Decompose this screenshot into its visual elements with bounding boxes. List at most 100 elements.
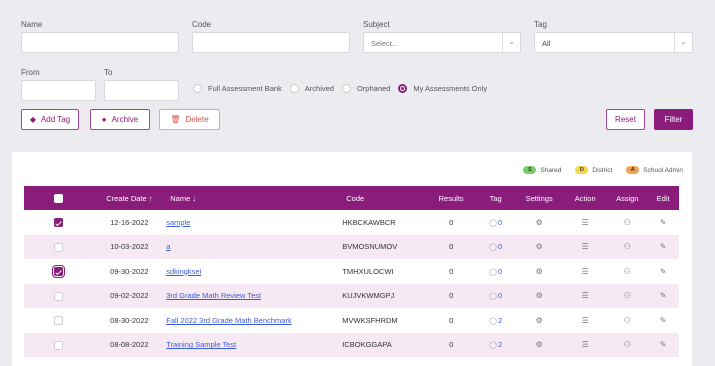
tag-select[interactable]: All ⌄ xyxy=(534,32,693,53)
assessment-name-link[interactable]: 3rd Grade Math Review Test xyxy=(166,291,261,300)
radio-button-selected[interactable] xyxy=(398,83,408,93)
assessment-name-link[interactable]: sdkingksei xyxy=(166,267,201,276)
archive-button[interactable]: ● Archive xyxy=(90,109,150,130)
tag-cell[interactable]: ◯0 xyxy=(476,284,515,309)
radio-full-assessment-bank[interactable]: Full Assessment Bank xyxy=(193,83,282,93)
edit-icon[interactable]: ✎ xyxy=(660,218,667,227)
header-name[interactable]: Name ↓ xyxy=(166,186,342,210)
tag-cell[interactable]: ◯2 xyxy=(476,333,515,358)
header-assign: Assign xyxy=(616,193,639,203)
menu-icon[interactable]: ☰ xyxy=(582,291,589,300)
archive-icon: ● xyxy=(101,115,107,124)
add-tag-button[interactable]: ◆ Add Tag xyxy=(21,109,79,130)
action-cell: ☰ xyxy=(563,235,608,260)
row-checkbox[interactable] xyxy=(51,265,65,278)
code-cell: KUJVKWMGPJ xyxy=(342,291,395,301)
to-date-input[interactable] xyxy=(104,80,179,101)
table-row: 08-30-2022 Fall 2022 3rd Grade Math Bench… xyxy=(24,308,679,333)
from-date-input[interactable] xyxy=(21,80,96,101)
assessment-name-link[interactable]: Fall 2022 3rd Grade Math Benchmark xyxy=(166,316,291,325)
table-row: 10-03-2022 a BVMOSNUMOV 0 ◯0 ⚙ ☰ ⚇ ✎ xyxy=(24,234,679,260)
header-code: Code xyxy=(346,193,365,203)
filter-button[interactable]: Filter xyxy=(654,109,693,130)
gear-icon[interactable]: ⚙ xyxy=(536,291,543,300)
action-cell: ☰ xyxy=(563,210,608,235)
radio-button[interactable] xyxy=(193,83,202,93)
subject-select[interactable]: Select... ⌄ xyxy=(363,32,521,53)
row-checkbox[interactable] xyxy=(53,242,63,252)
edit-icon[interactable]: ✎ xyxy=(660,291,667,300)
assessment-name-link[interactable]: a xyxy=(166,242,170,251)
edit-icon[interactable]: ✎ xyxy=(660,267,667,276)
settings-cell: ⚙ xyxy=(515,210,563,235)
action-cell: ☰ xyxy=(563,259,608,284)
header-create-date[interactable]: Create Date ↑ xyxy=(93,186,167,210)
chevron-down-icon: ⌄ xyxy=(502,33,520,52)
gear-icon[interactable]: ⚙ xyxy=(536,267,543,276)
tag-cell[interactable]: ◯0 xyxy=(476,259,515,284)
name-input[interactable] xyxy=(21,32,179,53)
edit-icon[interactable]: ✎ xyxy=(660,340,667,349)
radio-my-assessments-only[interactable]: My Assessments Only xyxy=(398,83,487,93)
name-cell: Training Sample Test xyxy=(166,333,342,358)
select-all-checkbox[interactable] xyxy=(53,193,63,203)
radio-button[interactable] xyxy=(341,83,351,93)
table-header-row: Create Date ↑ Name ↓ Code Results Tag Se… xyxy=(24,186,679,210)
radio-archived[interactable]: Archived xyxy=(289,83,334,93)
row-checkbox[interactable] xyxy=(53,316,63,325)
delete-button[interactable]: 🗑 Delete xyxy=(159,109,220,130)
assessment-name-link[interactable]: Training Sample Test xyxy=(166,340,236,349)
row-checkbox[interactable] xyxy=(53,218,63,227)
reset-label: Reset xyxy=(615,115,636,124)
gear-icon[interactable]: ⚙ xyxy=(536,316,543,325)
tag-cell[interactable]: ◯0 xyxy=(476,235,515,260)
action-cell: ☰ xyxy=(563,308,608,333)
assessment-name-link[interactable]: sample xyxy=(166,218,190,227)
tag-count: 0 xyxy=(497,242,503,252)
row-select-cell xyxy=(24,333,93,358)
results-cell: 0 xyxy=(449,340,454,350)
row-select-cell xyxy=(24,235,93,260)
header-results: Results xyxy=(438,193,464,203)
assessments-card: S Shared D District A School Admin Creat… xyxy=(12,152,692,366)
menu-icon[interactable]: ☰ xyxy=(582,267,589,276)
code-input[interactable] xyxy=(192,32,350,53)
results-cell: 0 xyxy=(449,217,454,227)
name-label: Name xyxy=(21,20,43,29)
tag-cell[interactable]: ◯2 xyxy=(476,308,515,333)
assign-user-icon[interactable]: ⚇ xyxy=(624,218,631,227)
settings-cell: ⚙ xyxy=(515,333,563,358)
menu-icon[interactable]: ☰ xyxy=(582,218,589,227)
radio-button[interactable] xyxy=(289,83,299,93)
edit-icon[interactable]: ✎ xyxy=(660,316,667,325)
row-checkbox[interactable] xyxy=(53,291,63,301)
gear-icon[interactable]: ⚙ xyxy=(536,218,543,227)
assign-user-icon[interactable]: ⚇ xyxy=(624,316,631,325)
edit-cell: ✎ xyxy=(647,333,679,358)
code-cell: ICBOKGGAPA xyxy=(342,340,392,350)
settings-cell: ⚙ xyxy=(515,235,563,260)
assign-user-icon[interactable]: ⚇ xyxy=(624,242,631,251)
edit-cell: ✎ xyxy=(647,210,679,235)
tag-icon: ◯ xyxy=(489,293,497,301)
assign-user-icon[interactable]: ⚇ xyxy=(624,340,631,349)
assign-user-icon[interactable]: ⚇ xyxy=(624,291,631,300)
tag-cell[interactable]: ◯0 xyxy=(476,210,515,235)
row-select-cell xyxy=(24,308,93,333)
menu-icon[interactable]: ☰ xyxy=(582,316,589,325)
reset-button[interactable]: Reset xyxy=(606,109,645,130)
menu-icon[interactable]: ☰ xyxy=(582,242,589,251)
row-checkbox[interactable] xyxy=(53,340,63,350)
results-cell: 0 xyxy=(449,315,454,325)
gear-icon[interactable]: ⚙ xyxy=(536,242,543,251)
code-label: Code xyxy=(192,20,212,29)
row-select-cell xyxy=(24,210,93,235)
menu-icon[interactable]: ☰ xyxy=(582,340,589,349)
assign-cell: ⚇ xyxy=(608,210,648,235)
district-badge: D xyxy=(575,166,589,174)
assign-user-icon[interactable]: ⚇ xyxy=(624,267,631,276)
gear-icon[interactable]: ⚙ xyxy=(536,340,543,349)
school-admin-badge: A xyxy=(626,166,640,174)
radio-orphaned[interactable]: Orphaned xyxy=(341,83,390,93)
edit-icon[interactable]: ✎ xyxy=(660,242,667,251)
